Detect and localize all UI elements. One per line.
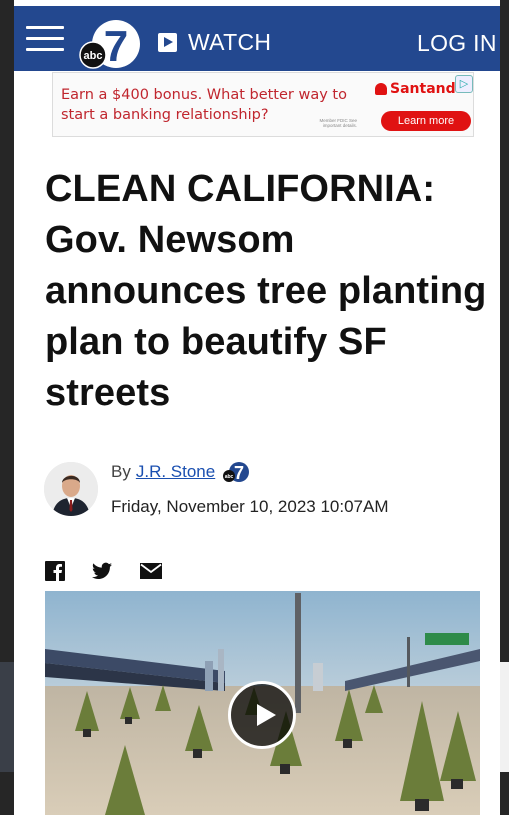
svg-text:7: 7 xyxy=(234,463,244,483)
menu-icon[interactable] xyxy=(26,26,64,52)
author-avatar[interactable] xyxy=(44,462,98,516)
svg-text:abc: abc xyxy=(225,474,234,480)
author-link[interactable]: J.R. Stone xyxy=(136,462,215,482)
login-button[interactable]: LOG IN xyxy=(417,30,497,57)
byline: By J.R. Stone 7 abc xyxy=(111,461,251,483)
twitter-icon[interactable] xyxy=(92,561,112,581)
site-header: 7 abc WATCH LOG IN xyxy=(14,6,500,71)
facebook-icon[interactable] xyxy=(45,561,65,581)
watch-button[interactable]: WATCH xyxy=(158,28,271,56)
publish-date: Friday, November 10, 2023 10:07AM xyxy=(111,497,389,516)
play-icon[interactable] xyxy=(228,681,296,749)
video-player[interactable] xyxy=(45,591,480,815)
email-icon[interactable] xyxy=(140,561,162,581)
watch-play-icon xyxy=(158,32,177,52)
abc7-logo[interactable]: 7 abc xyxy=(78,17,142,75)
article-headline: CLEAN CALIFORNIA: Gov. Newsom announces … xyxy=(45,168,487,414)
watch-label: WATCH xyxy=(188,28,272,55)
advertisement-banner[interactable]: Earn a $400 bonus. What better way to st… xyxy=(52,72,474,137)
svg-text:abc: abc xyxy=(84,50,103,62)
background-card-right xyxy=(500,662,509,772)
ad-fine-print: Member FDIC See important details. xyxy=(319,118,357,128)
svg-text:7: 7 xyxy=(104,22,128,71)
background-card-left xyxy=(0,662,14,772)
byline-prefix: By xyxy=(111,462,131,481)
article-page: 7 abc WATCH LOG IN Earn a $400 bonus. Wh… xyxy=(14,0,500,815)
ad-learn-more-button[interactable]: Learn more xyxy=(381,111,471,131)
santander-flame-icon xyxy=(375,83,387,95)
abc7-mini-logo: 7 abc xyxy=(223,462,250,483)
adchoices-icon[interactable]: ▷ xyxy=(455,75,473,93)
